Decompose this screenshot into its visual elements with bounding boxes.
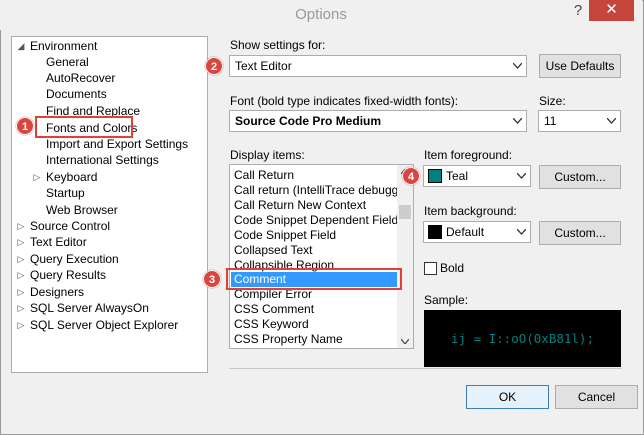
- display-items-list[interactable]: Call Return Call return (IntelliTrace de…: [229, 164, 414, 349]
- callout-3: 3: [203, 270, 221, 288]
- tree-item-import-export[interactable]: Import and Export Settings: [46, 136, 188, 152]
- expand-arrow-icon[interactable]: ▷: [16, 284, 26, 300]
- expand-arrow-icon[interactable]: ▷: [16, 234, 26, 250]
- expand-arrow-icon[interactable]: ▷: [32, 169, 42, 185]
- show-settings-value: Text Editor: [235, 59, 292, 73]
- foreground-custom-button[interactable]: Custom...: [539, 165, 621, 189]
- close-button[interactable]: ✕: [589, 0, 634, 21]
- use-defaults-button[interactable]: Use Defaults: [539, 54, 621, 78]
- tree-item-autorecover[interactable]: AutoRecover: [46, 70, 115, 86]
- tree-item-query-execution[interactable]: Query Execution: [30, 251, 119, 267]
- bold-checkbox[interactable]: [424, 262, 437, 275]
- tree-item-documents[interactable]: Documents: [46, 86, 107, 102]
- callout-1: 1: [16, 117, 34, 135]
- divider: [229, 368, 622, 369]
- item-background-combo[interactable]: Default: [423, 221, 531, 243]
- list-item[interactable]: Collapsed Text: [231, 243, 398, 258]
- chevron-down-icon[interactable]: [603, 111, 620, 131]
- tree-item-designers[interactable]: Designers: [30, 284, 84, 300]
- callout-4: 4: [402, 167, 420, 185]
- chevron-down-icon[interactable]: [509, 111, 526, 131]
- expand-arrow-icon[interactable]: ▷: [16, 251, 26, 267]
- item-foreground-combo[interactable]: Teal: [423, 165, 531, 187]
- tree-item-sql-object-explorer[interactable]: SQL Server Object Explorer: [30, 317, 178, 333]
- background-color-swatch: [428, 225, 442, 239]
- size-combo[interactable]: 11: [538, 110, 621, 132]
- font-value: Source Code Pro Medium: [235, 114, 382, 128]
- highlight-fonts-and-colors: [35, 116, 133, 138]
- help-icon[interactable]: ?: [570, 0, 586, 24]
- tree-item-international[interactable]: International Settings: [46, 152, 159, 168]
- item-foreground-value: Teal: [446, 169, 469, 183]
- chevron-down-icon[interactable]: [513, 166, 530, 186]
- expand-arrow-icon[interactable]: ▷: [16, 218, 26, 234]
- item-background-label: Item background:: [424, 204, 517, 218]
- list-item[interactable]: Call Return: [231, 168, 398, 183]
- collapse-arrow-icon[interactable]: ◢: [16, 38, 26, 54]
- tree-item-source-control[interactable]: Source Control: [30, 218, 110, 234]
- bold-label: Bold: [440, 261, 465, 275]
- list-item[interactable]: CSS Keyword: [231, 317, 398, 332]
- list-item[interactable]: CSS Comment: [231, 302, 398, 317]
- chevron-down-icon[interactable]: [513, 222, 530, 242]
- tree-item-general[interactable]: General: [46, 54, 89, 70]
- size-label: Size:: [539, 94, 566, 108]
- list-item[interactable]: Code Snippet Dependent Field: [231, 213, 398, 228]
- foreground-color-swatch: [428, 169, 442, 183]
- scrollbar-thumb[interactable]: [399, 205, 411, 219]
- tree-item-web-browser[interactable]: Web Browser: [46, 202, 118, 218]
- sample-label: Sample:: [424, 293, 469, 307]
- tree-item-environment[interactable]: Environment: [30, 38, 97, 54]
- tree-item-query-results[interactable]: Query Results: [30, 267, 106, 283]
- list-item[interactable]: Code Snippet Field: [231, 228, 398, 243]
- size-value: 11: [544, 114, 557, 128]
- show-settings-combo[interactable]: Text Editor: [229, 55, 527, 77]
- cancel-button[interactable]: Cancel: [555, 385, 638, 409]
- item-foreground-label: Item foreground:: [424, 148, 513, 162]
- tree-item-keyboard[interactable]: Keyboard: [46, 169, 97, 185]
- list-item[interactable]: Call Return New Context: [231, 198, 398, 213]
- background-custom-button[interactable]: Custom...: [539, 221, 621, 245]
- list-item[interactable]: CSS Property Name: [231, 332, 398, 347]
- expand-arrow-icon[interactable]: ▷: [16, 267, 26, 283]
- font-label: Font (bold type indicates fixed-width fo…: [230, 94, 459, 108]
- list-item[interactable]: Call return (IntelliTrace debugging: [231, 183, 398, 198]
- item-background-value: Default: [446, 225, 485, 239]
- sample-preview: ij = I::oO(0xB81l);: [424, 310, 621, 367]
- options-tree[interactable]: ◢ Environment General AutoRecover Docume…: [11, 36, 208, 373]
- tree-item-startup[interactable]: Startup: [46, 185, 85, 201]
- ok-button[interactable]: OK: [466, 385, 549, 409]
- highlight-comment: [226, 268, 402, 290]
- chevron-down-icon[interactable]: [509, 56, 526, 76]
- expand-arrow-icon[interactable]: ▷: [16, 300, 26, 316]
- display-items-label: Display items:: [230, 148, 305, 162]
- window-title: Options: [295, 6, 347, 23]
- vertical-scrollbar[interactable]: [397, 165, 413, 348]
- expand-arrow-icon[interactable]: ▷: [16, 317, 26, 333]
- tree-item-text-editor[interactable]: Text Editor: [30, 234, 87, 250]
- scroll-down-icon[interactable]: [401, 339, 409, 344]
- tree-item-sql-alwayson[interactable]: SQL Server AlwaysOn: [30, 300, 149, 316]
- callout-2: 2: [205, 57, 223, 75]
- show-settings-label: Show settings for:: [230, 38, 326, 52]
- font-combo[interactable]: Source Code Pro Medium: [229, 110, 527, 132]
